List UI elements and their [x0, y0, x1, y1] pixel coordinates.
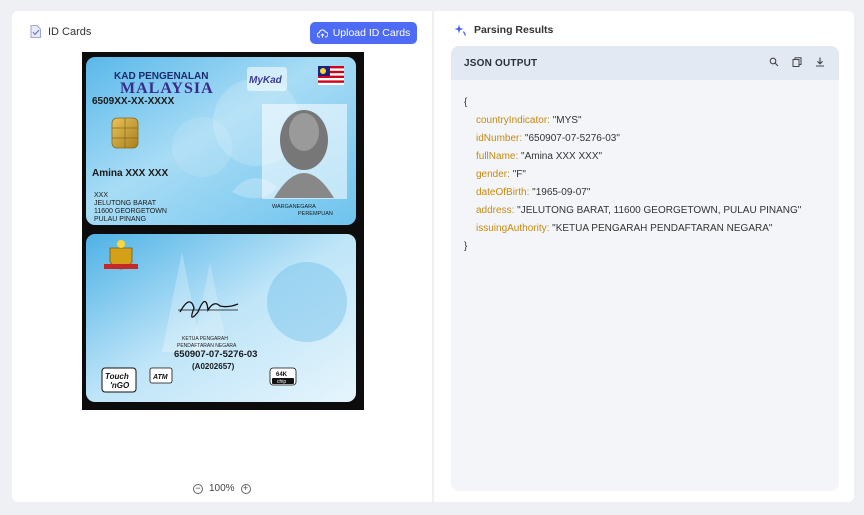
- signature-title-1: KETUA PENGARAH: [182, 336, 228, 342]
- json-value: "KETUA PENGARAH PENDAFTARAN NEGARA": [552, 223, 773, 234]
- json-value: "JELUTONG BARAT, 11600 GEORGETOWN, PULAU…: [517, 205, 802, 216]
- card-address-1: XXX: [94, 192, 108, 199]
- card-address-3: 11600 GEORGETOWN: [94, 208, 167, 215]
- chip-capacity-logo: 64K chip: [269, 367, 297, 386]
- id-card-image: KAD PENGENALAN MALAYSIA MyKad 6509XX-XX-…: [82, 52, 364, 410]
- json-line: dateOfBirth: "1965-09-07": [464, 184, 826, 202]
- json-value: "Amina XXX XXX": [521, 151, 603, 162]
- card-header-2: MALAYSIA: [120, 80, 214, 97]
- json-line: countryIndicator: "MYS": [464, 112, 826, 130]
- malaysia-flag-icon: [318, 66, 344, 85]
- upload-id-cards-button[interactable]: Upload ID Cards: [310, 22, 417, 44]
- json-value: "F": [512, 169, 526, 180]
- json-key: countryIndicator:: [476, 115, 550, 126]
- json-close-brace: }: [464, 241, 468, 252]
- card-id-number: 6509XX-XX-XXXX: [92, 96, 175, 107]
- svg-text:64K: 64K: [276, 372, 288, 378]
- parsing-results-header: Parsing Results: [454, 24, 553, 36]
- svg-text:'nGO: 'nGO: [110, 381, 130, 390]
- json-line: gender: "F": [464, 166, 826, 184]
- json-toolbar: [769, 57, 825, 67]
- card-back: KETUA PENGARAH PENDAFTARAN NEGARA 650907…: [86, 234, 356, 402]
- json-key: gender:: [476, 169, 510, 180]
- json-line: address: "JELUTONG BARAT, 11600 GEORGETO…: [464, 202, 826, 220]
- json-line: idNumber: "650907-07-5276-03": [464, 130, 826, 148]
- svg-text:ATM: ATM: [152, 374, 168, 381]
- sparkle-icon: [454, 24, 466, 36]
- json-key: issuingAuthority:: [476, 223, 550, 234]
- zoom-level: 100%: [209, 483, 235, 494]
- zoom-in-icon[interactable]: +: [240, 483, 251, 494]
- atm-logo: ATM: [149, 367, 173, 384]
- json-output-title: JSON OUTPUT: [464, 57, 538, 69]
- upload-button-label: Upload ID Cards: [332, 27, 411, 39]
- card-address-4: PULAU PINANG: [94, 216, 146, 223]
- card-serial: (A0202657): [192, 362, 235, 371]
- cloud-upload-icon: [316, 29, 328, 37]
- json-key: idNumber:: [476, 133, 523, 144]
- json-value: "650907-07-5276-03": [524, 133, 620, 144]
- svg-text:chip: chip: [277, 379, 286, 385]
- card-back-number: 650907-07-5276-03: [174, 349, 257, 360]
- photo-placeholder: [262, 104, 347, 199]
- json-open-brace: {: [464, 97, 468, 108]
- download-icon[interactable]: [815, 57, 825, 67]
- parsing-results-title: Parsing Results: [474, 24, 554, 36]
- id-cards-header: ID Cards: [30, 25, 91, 38]
- card-address-2: JELUTONG BARAT: [94, 200, 157, 207]
- json-body: { countryIndicator: "MYS" idNumber: "650…: [451, 80, 839, 270]
- touch-n-go-logo: Touch 'nGO: [101, 367, 137, 393]
- json-line: fullName: "Amina XXX XXX": [464, 148, 826, 166]
- zoom-out-icon[interactable]: −: [193, 483, 203, 494]
- json-line: issuingAuthority: "KETUA PENGARAH PENDAF…: [464, 220, 826, 238]
- json-key: fullName:: [476, 151, 519, 162]
- zoom-controls: − 100% +: [193, 483, 251, 494]
- json-value: "MYS": [552, 115, 582, 126]
- search-icon[interactable]: [769, 57, 779, 67]
- copy-icon[interactable]: [792, 57, 802, 67]
- id-cards-title: ID Cards: [48, 25, 92, 38]
- card-name: Amina XXX XXX: [92, 168, 168, 179]
- mykad-badge: MyKad: [249, 75, 283, 86]
- json-key: address:: [476, 205, 515, 216]
- json-value: "1965-09-07": [532, 187, 591, 198]
- document-icon: [30, 25, 41, 38]
- id-cards-panel: ID Cards Upload ID Cards KAD PENGENALAN …: [12, 11, 432, 502]
- card-front: KAD PENGENALAN MALAYSIA MyKad 6509XX-XX-…: [86, 57, 356, 225]
- json-output-bar: JSON OUTPUT: [451, 46, 839, 80]
- id-card-svg: KAD PENGENALAN MALAYSIA MyKad 6509XX-XX-…: [86, 57, 356, 402]
- json-output-box: JSON OUTPUT { countryIndicator: "MYS" id…: [451, 46, 839, 491]
- json-key: dateOfBirth:: [476, 187, 530, 198]
- parsing-results-panel: Parsing Results JSON OUTPUT {countryInd…: [434, 11, 854, 502]
- card-status-2: PEREMPUAN: [298, 211, 333, 217]
- svg-text:Touch: Touch: [105, 372, 129, 381]
- card-status-1: WARGANEGARA: [272, 204, 316, 210]
